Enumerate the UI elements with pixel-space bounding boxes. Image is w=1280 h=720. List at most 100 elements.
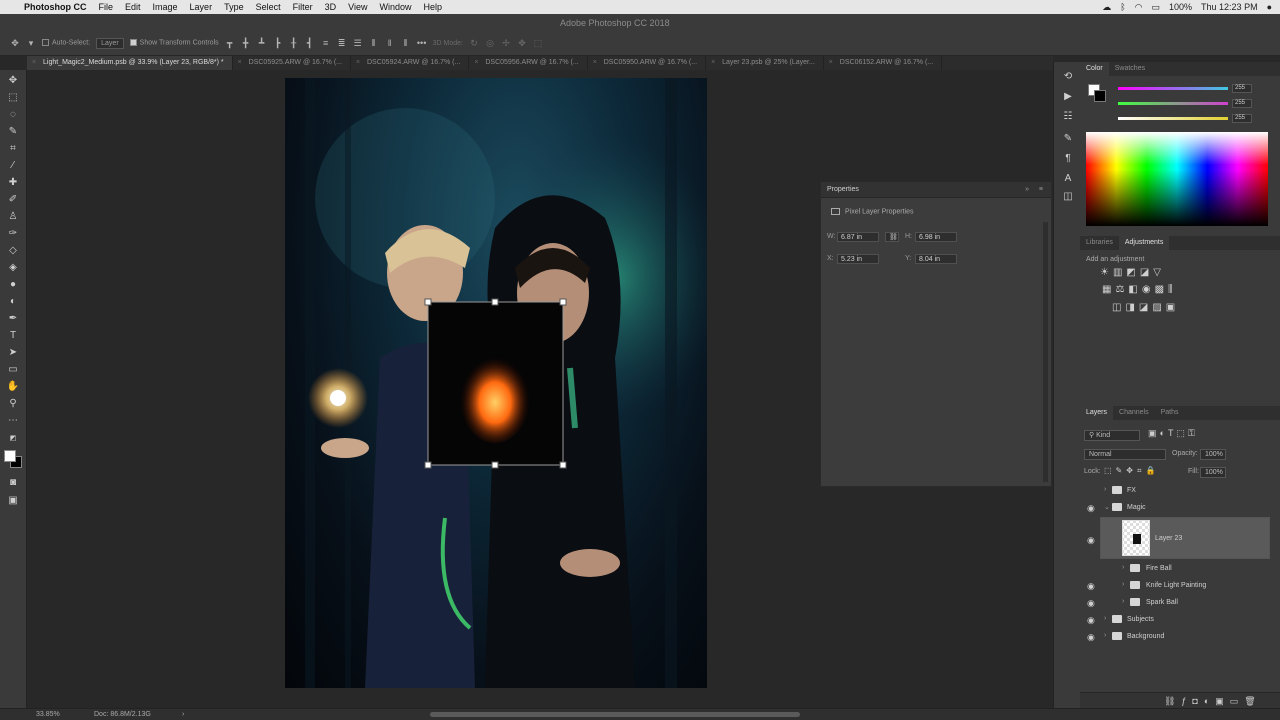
3d-rotate-icon[interactable]: ↻ [469,38,479,48]
dodge-icon[interactable]: ◐ [6,295,20,309]
actions-icon[interactable]: ▶ [1061,90,1075,104]
align-top-icon[interactable]: ┳ [225,38,235,48]
horizontal-scrollbar[interactable] [430,712,800,717]
lasso-icon[interactable]: ◌ [6,108,20,122]
rectangle-icon[interactable]: ▭ [6,363,20,377]
move-tool-icon[interactable]: ✥ [10,38,20,48]
crop-icon[interactable]: ⌗ [6,142,20,156]
distribute-bottom-icon[interactable]: ☰ [353,38,363,48]
3d-scale-icon[interactable]: ⬚ [533,38,543,48]
tab-layers[interactable]: Layers [1080,406,1114,420]
document-artwork[interactable] [285,78,707,688]
default-colors-icon[interactable]: ◩ [6,432,20,446]
3d-slide-icon[interactable]: ✥ [517,38,527,48]
close-tab-icon[interactable]: × [238,56,242,70]
slider-value[interactable]: 255 [1232,84,1252,93]
3d-pan-icon[interactable]: ✢ [501,38,511,48]
clone-stamp-icon[interactable]: ♙ [6,210,20,224]
eye-icon[interactable]: ◉ [1087,598,1095,609]
color-slider-3[interactable]: 255 [1118,114,1280,123]
layers-footer-icons[interactable]: ⛓ƒ◘◐▣▭🗑 [1080,692,1280,708]
quick-mask-icon[interactable]: ◙ [6,476,20,490]
tab-dsc06152[interactable]: × DSC06152.ARW @ 16.7% (... [824,56,943,70]
menu-filter[interactable]: Filter [293,2,313,12]
chevron-right-icon[interactable]: › [1104,632,1106,639]
color-spectrum[interactable] [1086,132,1268,226]
history-icon[interactable]: ⟲ [1061,70,1075,84]
type-icon[interactable]: T [6,329,20,343]
layer-row-magic[interactable]: ◉ ⌄ Magic [1080,500,1270,517]
hand-icon[interactable]: ✋ [6,380,20,394]
brush-icon[interactable]: ✐ [6,193,20,207]
lock-icons[interactable]: ⬚✎✥⌗🔒 [1104,466,1159,476]
pen-icon[interactable]: ✒ [6,312,20,326]
adjustment-icons-row-3[interactable]: ◫◨◪▨▣ [1112,302,1179,313]
battery-icon[interactable]: ▭ [1151,2,1160,13]
layer-row-subjects[interactable]: ◉ › Subjects [1080,612,1270,629]
layer-row-fire-ball[interactable]: › Fire Ball [1080,561,1270,578]
creative-cloud-icon[interactable]: ☁ [1102,2,1111,13]
tab-swatches[interactable]: Swatches [1109,62,1151,76]
adjustment-icons-row-2[interactable]: ▦⚖◧◉▩⫼ [1102,284,1177,295]
character-icon[interactable]: A [1061,172,1075,186]
canvas-area[interactable]: Properties » ≡ Pixel Layer Properties W:… [27,70,1053,708]
tab-color[interactable]: Color [1080,62,1109,76]
menu-select[interactable]: Select [256,2,281,12]
paragraph-icon[interactable]: ¶ [1061,152,1075,166]
chevron-right-icon[interactable]: › [1122,564,1124,571]
menu-window[interactable]: Window [379,2,411,12]
show-transform-checkbox[interactable]: Show Transform Controls [129,39,219,47]
color-slider-1[interactable]: 255 [1118,84,1280,93]
menu-file[interactable]: File [99,2,114,12]
tab-paths[interactable]: Paths [1155,406,1185,420]
chevron-right-icon[interactable]: › [1122,598,1124,605]
quick-select-icon[interactable]: ✎ [6,125,20,139]
adjustment-icons-row-1[interactable]: ☀▥◩◪▽ [1100,267,1165,278]
eyedropper-icon[interactable]: ⁄ [6,159,20,173]
layer-filter-kind[interactable]: ⚲ Kind [1084,430,1140,441]
menu-layer[interactable]: Layer [190,2,213,12]
tab-dsc05950[interactable]: × DSC05950.ARW @ 16.7% (... [588,56,707,70]
distribute-right-icon[interactable]: ⫴ [401,38,411,48]
eye-icon[interactable]: ◉ [1087,535,1095,546]
tab-dsc05925[interactable]: × DSC05925.ARW @ 16.7% (... [233,56,351,70]
menu-view[interactable]: View [348,2,367,12]
menu-image[interactable]: Image [153,2,178,12]
edit-toolbar-icon[interactable]: ⋯ [6,414,20,428]
align-vcenter-icon[interactable]: ╋ [241,38,251,48]
layer-comps-icon[interactable]: ◫ [1061,190,1075,204]
more-options-icon[interactable]: ••• [417,38,427,48]
zoom-level[interactable]: 33.85% [36,711,60,718]
tab-adjustments[interactable]: Adjustments [1118,236,1170,250]
slider-value[interactable]: 255 [1232,99,1252,108]
user-icon[interactable]: ● [1267,2,1272,12]
close-tab-icon[interactable]: × [593,56,597,70]
chevron-right-icon[interactable]: › [1122,581,1124,588]
tab-dsc05956[interactable]: × DSC05956.ARW @ 16.7% (... [469,56,588,70]
close-tab-icon[interactable]: × [32,56,36,70]
close-tab-icon[interactable]: × [711,56,715,70]
chevron-right-icon[interactable]: › [1104,615,1106,622]
align-hcenter-icon[interactable]: ╂ [289,38,299,48]
move-icon[interactable]: ✥ [6,74,20,88]
panel-menu-icon[interactable]: ≡ [1039,182,1043,198]
align-left-icon[interactable]: ┣ [273,38,283,48]
layer-filter-icons[interactable]: ▣◐T⬚⚿ [1148,428,1198,439]
distribute-hcenter-icon[interactable]: ‖ [385,38,395,48]
eraser-icon[interactable]: ◇ [6,244,20,258]
color-slider-2[interactable]: 255 [1118,99,1280,108]
properties-icon[interactable]: ☷ [1061,110,1075,124]
layer-row-knife-light[interactable]: ◉ › Knife Light Painting [1080,578,1270,595]
distribute-left-icon[interactable]: ⦀ [369,38,379,48]
marquee-icon[interactable]: ⬚ [6,91,20,105]
auto-select-checkbox[interactable]: Auto-Select: [42,39,90,47]
opacity-field[interactable]: 100% [1200,449,1226,460]
wifi-icon[interactable]: ◠ [1135,2,1143,13]
fill-field[interactable]: 100% [1200,467,1226,478]
eye-icon[interactable]: ◉ [1087,632,1095,643]
chevron-down-icon[interactable]: ⌄ [1104,503,1110,511]
properties-scrollbar[interactable] [1043,222,1048,482]
chevron-right-icon[interactable]: › [1104,486,1106,493]
blur-icon[interactable]: ● [6,278,20,292]
chevron-down-icon[interactable]: ▾ [26,38,36,48]
